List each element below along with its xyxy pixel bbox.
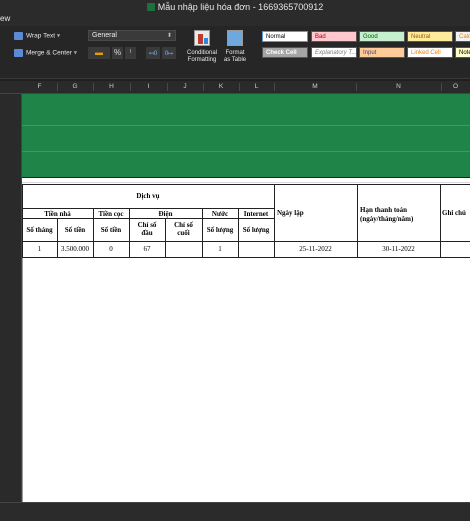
header-so-luong: Số lượng (242, 226, 270, 234)
header-han-thanh-toan-line2: (ngày/tháng/năm) (360, 215, 414, 223)
cell-style-normal[interactable]: Normal (262, 31, 308, 42)
cell-nuoc-so-luong[interactable]: 1 (202, 245, 238, 253)
column-header-bar: FGHIJKLMNO (0, 81, 470, 94)
header-tien-coc: Tiền cọc (98, 210, 124, 218)
number-format-value: General (92, 32, 117, 39)
currency-icon: ▬ (95, 48, 103, 57)
header-so-luong: Số lượng (206, 226, 234, 234)
cell-style-bad[interactable]: Bad (311, 31, 357, 42)
column-header[interactable]: H (93, 81, 130, 93)
header-chi-so-cuoi-line2: cuối (177, 229, 190, 237)
cell-style-note[interactable]: Note (455, 47, 470, 58)
merge-center-icon (14, 49, 23, 57)
currency-format-button[interactable]: ▬ (88, 47, 110, 59)
header-han-thanh-toan: Hạn thanh toán (ngày/tháng/năm) (358, 206, 440, 224)
table-border (22, 257, 470, 258)
chevron-down-icon: ▾ (56, 32, 61, 40)
format-as-table-button[interactable]: Format as Table (222, 28, 248, 68)
table-border (22, 218, 274, 219)
header-dich-vu: Dịch vụ (136, 192, 160, 200)
conditional-formatting-label-1: Conditional (186, 50, 218, 56)
column-header[interactable]: L (239, 81, 274, 93)
cell-so-thang[interactable]: 1 (22, 245, 57, 253)
format-as-table-label-1: Format (225, 50, 245, 56)
header-chi-so-cuoi-line1: Chỉ số (174, 221, 193, 229)
merge-center-button[interactable]: Merge & Center ▾ (14, 49, 77, 58)
column-header[interactable]: K (203, 81, 239, 93)
percent-style-button[interactable]: % (112, 47, 123, 59)
column-header[interactable]: F (22, 81, 57, 93)
merge-center-label: Merge & Center (26, 49, 72, 57)
decrease-decimal-button[interactable]: 0↦ (162, 47, 176, 59)
cell-ngay-lap[interactable]: 25-11-2022 (274, 245, 357, 253)
cell-style-explanatory-t[interactable]: Explanatory T... (311, 47, 357, 58)
excel-icon (146, 3, 155, 11)
cell-han-thanh-toan[interactable]: 30-11-2022 (357, 245, 440, 253)
column-header[interactable]: N (356, 81, 441, 93)
cell-style-calcu[interactable]: Calcu (455, 31, 470, 42)
column-header[interactable]: G (57, 81, 93, 93)
table-border (440, 184, 441, 258)
conditional-formatting-icon (194, 30, 210, 46)
header-so-tien: Số tiền (100, 226, 122, 234)
header-dien: Điện (158, 210, 173, 218)
header-chi-so-dau-line1: Chỉ số (137, 221, 157, 229)
format-as-table-icon (227, 30, 243, 46)
column-header[interactable]: I (130, 81, 167, 93)
header-tien-nha: Tiền nhà (44, 210, 71, 218)
header-so-thang: Số tháng (26, 226, 53, 234)
wrap-text-icon (14, 32, 23, 40)
sheet-tab-bar (0, 502, 470, 521)
cell-style-input[interactable]: Input (359, 47, 405, 58)
header-internet: Internet (243, 210, 269, 218)
number-format-select[interactable]: General ⬍ (88, 30, 176, 41)
conditional-formatting-button[interactable]: Conditional Formatting (186, 28, 218, 68)
header-so-tien: Số tiền (64, 226, 86, 234)
conditional-formatting-label-2: Formatting (187, 57, 217, 63)
window-title: Mẫu nhập liệu hóa đơn - 1669365700912 (157, 2, 324, 12)
title-bar: Mẫu nhập liệu hóa đơn - 1669365700912 (0, 0, 470, 14)
header-chi-so-dau: Chỉ số đầu (129, 221, 165, 237)
cell-style-good[interactable]: Good (359, 31, 405, 42)
format-as-table-label-2: as Table (223, 57, 247, 63)
table-border (22, 241, 470, 242)
ribbon: Wrap Text ▾ Merge & Center ▾ General ⬍ ▬… (0, 26, 470, 79)
percent-label: % (113, 48, 122, 57)
chevron-down-icon: ▾ (73, 49, 77, 57)
wrap-text-button[interactable]: Wrap Text ▾ (14, 32, 60, 41)
comma-label: ⁾ (129, 48, 132, 57)
green-row-divider (22, 151, 470, 152)
header-han-thanh-toan-line1: Hạn thanh toán (360, 206, 408, 214)
grid-line (22, 182, 470, 183)
select-arrows-icon: ⬍ (166, 33, 172, 39)
decrease-decimal-icon: 0↦ (164, 51, 174, 57)
cell-so-tien[interactable]: 3.500.000 (57, 245, 93, 253)
worksheet-grid[interactable]: Dịch vụ Tiền nhà Tiền cọc Điện Nước Inte… (22, 178, 470, 502)
increase-decimal-icon: ↤0 (148, 51, 158, 57)
grid-line (22, 258, 23, 502)
table-border (22, 184, 470, 185)
cell-style-neutral[interactable]: Neutral (407, 31, 453, 42)
menu-bar: ew (0, 14, 470, 26)
cell-style-check-cell[interactable]: Check Cell (262, 47, 308, 58)
increase-decimal-button[interactable]: ↤0 (146, 47, 160, 59)
comma-style-button[interactable]: ⁾ (125, 47, 136, 59)
header-nuoc: Nước (211, 210, 229, 218)
header-ngay-lap: Ngày lập (277, 209, 304, 217)
cell-style-linked-cell[interactable]: Linked Cell (407, 47, 453, 58)
column-header[interactable]: J (167, 81, 203, 93)
menu-item-view[interactable]: ew (0, 14, 10, 23)
column-header[interactable]: M (274, 81, 356, 93)
wrap-text-label: Wrap Text (26, 32, 56, 40)
header-chi-so-cuoi: Chỉ số cuối (165, 221, 202, 237)
row-header-gutter (0, 94, 22, 502)
header-ghi-chu: Ghi chú (442, 209, 466, 217)
column-header[interactable]: O (441, 81, 470, 93)
header-chi-so-dau-line2: đầu (141, 229, 153, 237)
cell-chi-so-dau[interactable]: 67 (129, 245, 165, 253)
cell-tien-coc[interactable]: 0 (93, 245, 129, 253)
table-border (22, 208, 274, 209)
green-row-divider (22, 125, 470, 126)
green-banner-cells[interactable] (22, 94, 470, 177)
